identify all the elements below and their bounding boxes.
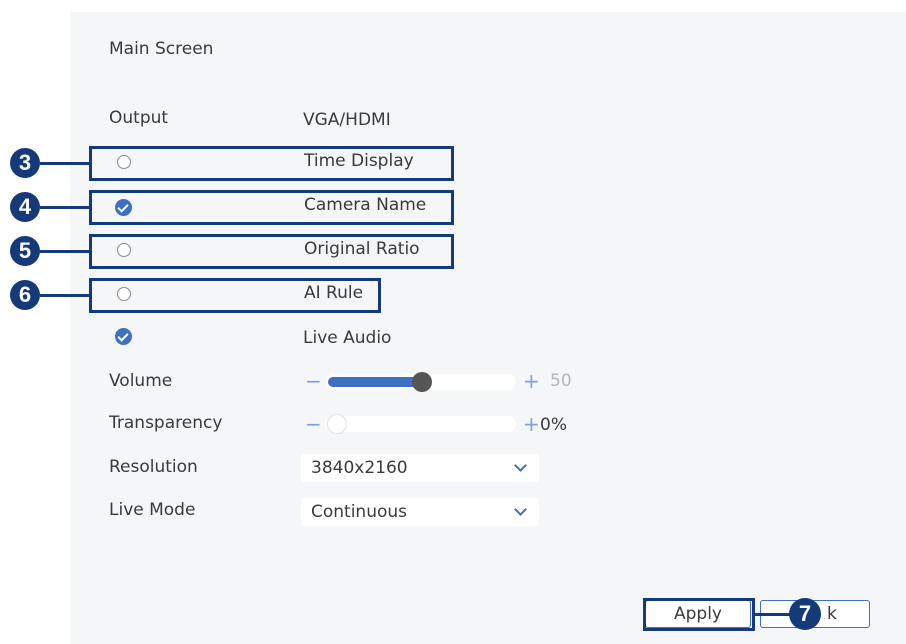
transparency-plus-button[interactable]: + <box>523 414 540 434</box>
transparency-minus-button[interactable]: − <box>305 414 322 434</box>
transparency-slider-track[interactable] <box>326 416 516 432</box>
callout-line-7 <box>754 613 790 616</box>
live-mode-label: Live Mode <box>109 500 196 520</box>
chevron-down-icon <box>514 459 527 472</box>
live-mode-value: Continuous <box>311 502 408 522</box>
callout-badge-6: 6 <box>10 280 40 310</box>
transparency-value: 0% <box>540 415 567 435</box>
page-title: Main Screen <box>109 39 214 59</box>
volume-slider-thumb[interactable] <box>412 372 432 392</box>
transparency-slider-thumb[interactable] <box>327 414 347 434</box>
output-label: Output <box>109 108 169 128</box>
callout-box-camera-name <box>89 190 454 225</box>
transparency-label: Transparency <box>109 413 223 433</box>
resolution-select[interactable]: 3840x2160 <box>301 454 539 482</box>
live-audio-label: Live Audio <box>303 328 392 348</box>
callout-line-5 <box>40 250 90 253</box>
callout-line-4 <box>40 206 90 209</box>
volume-label: Volume <box>109 371 173 391</box>
volume-slider-fill <box>328 377 422 387</box>
callout-badge-3: 3 <box>10 148 40 178</box>
callout-badge-5: 5 <box>10 236 40 266</box>
settings-panel <box>70 12 906 644</box>
callout-badge-4: 4 <box>10 192 40 222</box>
volume-value: 50 <box>550 371 572 391</box>
callout-box-original-ratio <box>89 234 454 269</box>
callout-line-6 <box>40 294 90 297</box>
volume-plus-button[interactable]: + <box>523 371 540 391</box>
resolution-value: 3840x2160 <box>311 458 408 478</box>
callout-box-time-display <box>89 146 454 181</box>
callout-box-ai-rule <box>89 278 381 313</box>
callout-badge-7: 7 <box>789 598 821 630</box>
resolution-label: Resolution <box>109 457 198 477</box>
chevron-down-icon <box>514 503 527 516</box>
live-mode-select[interactable]: Continuous <box>301 498 539 526</box>
callout-line-3 <box>40 162 90 165</box>
volume-minus-button[interactable]: − <box>305 371 322 391</box>
output-value: VGA/HDMI <box>303 110 391 130</box>
live-audio-check-circle-icon[interactable] <box>115 328 132 345</box>
callout-box-apply <box>643 598 755 631</box>
